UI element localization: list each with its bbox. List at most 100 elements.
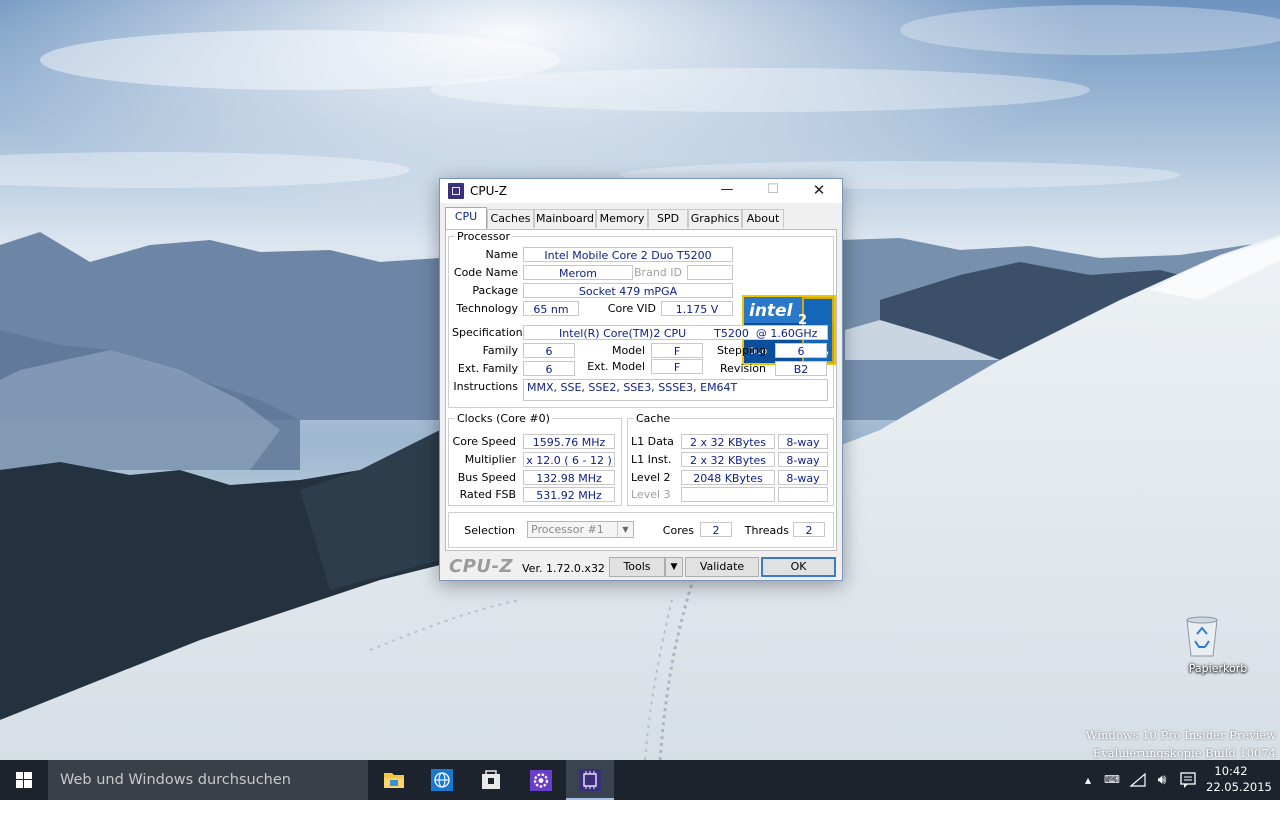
ext-model-label: Ext. Model xyxy=(587,360,645,373)
taskbar-browser[interactable] xyxy=(419,760,467,800)
threads-label: Threads xyxy=(744,524,789,537)
tab-graphics[interactable]: Graphics xyxy=(688,209,742,228)
ext-model-value: F xyxy=(651,359,703,374)
input-language-icon[interactable]: ⌨ xyxy=(1100,760,1124,800)
ext-family-value: 6 xyxy=(523,361,575,376)
logo-intel-text: intel xyxy=(749,301,793,321)
l1-data-value: 2 x 32 KBytes xyxy=(681,434,775,449)
recycle-bin-shortcut[interactable]: Papierkorb xyxy=(1182,614,1254,675)
chevron-down-icon[interactable]: ▼ xyxy=(617,522,633,537)
package-label: Package xyxy=(472,284,518,297)
clock-time: 10:42 xyxy=(1214,764,1248,778)
level2-value: 2048 KBytes xyxy=(681,470,775,485)
windows-logo-icon xyxy=(16,772,32,788)
cpuz-window: CPU-Z — ☐ ✕ CPU Caches Mainboard Memory … xyxy=(439,178,843,581)
instructions-value: MMX, SSE, SSE2, SSE3, SSSE3, EM64T xyxy=(523,379,828,401)
l1-inst-way: 8-way xyxy=(778,452,828,467)
tools-dropdown-arrow[interactable]: ▼ xyxy=(665,557,683,577)
core-speed-value: 1595.76 MHz xyxy=(523,434,615,449)
specification-label: Specification xyxy=(452,326,523,339)
core-vid-value: 1.175 V xyxy=(661,301,733,316)
core-speed-label: Core Speed xyxy=(452,435,516,448)
cpuz-brand-logo: CPU-Z xyxy=(449,556,514,577)
processor-legend: Processor xyxy=(457,230,510,243)
cache-legend: Cache xyxy=(636,412,671,425)
tab-caches[interactable]: Caches xyxy=(487,209,534,228)
instructions-label: Instructions xyxy=(453,380,518,393)
ok-button[interactable]: OK xyxy=(761,557,836,577)
model-value: F xyxy=(651,343,703,358)
selection-label: Selection xyxy=(464,524,515,537)
minimize-button[interactable]: — xyxy=(704,179,750,203)
store-bag-icon xyxy=(482,770,500,789)
rated-fsb-value: 531.92 MHz xyxy=(523,487,615,502)
close-button[interactable]: ✕ xyxy=(796,179,842,203)
title-bar[interactable]: CPU-Z — ☐ ✕ xyxy=(440,179,842,203)
model-label: Model xyxy=(611,344,645,357)
start-button[interactable] xyxy=(0,760,48,800)
wifi-icon[interactable] xyxy=(1126,760,1150,800)
l1-inst-label: L1 Inst. xyxy=(631,453,672,466)
cpu-chip-icon xyxy=(579,769,601,791)
l1-data-way: 8-way xyxy=(778,434,828,449)
recycle-bin-icon xyxy=(1186,614,1238,658)
taskbar-search-box[interactable]: Web und Windows durchsuchen xyxy=(48,760,368,800)
stepping-label: Stepping xyxy=(716,344,766,357)
watermark-edition: Windows 10 Pro Insider Preview xyxy=(1085,728,1276,742)
windows-build-watermark: Windows 10 Pro Insider Preview Evaluieru… xyxy=(1086,726,1276,760)
tools-button[interactable]: Tools xyxy=(609,557,665,577)
volume-icon[interactable]: 🔊︎ xyxy=(1150,760,1174,800)
technology-label: Technology xyxy=(456,302,518,315)
clocks-legend: Clocks (Core #0) xyxy=(457,412,550,425)
revision-value: B2 xyxy=(775,361,827,376)
action-center-icon[interactable] xyxy=(1176,760,1200,800)
code-name-label: Code Name xyxy=(453,266,518,279)
show-hidden-icons-button[interactable]: ▴ xyxy=(1080,760,1096,800)
ext-family-label: Ext. Family xyxy=(457,362,518,375)
cores-value: 2 xyxy=(700,522,732,537)
taskbar-settings[interactable] xyxy=(517,760,565,800)
taskbar-store[interactable] xyxy=(467,760,515,800)
revision-label: Revision xyxy=(720,362,766,375)
l1-inst-value: 2 x 32 KBytes xyxy=(681,452,775,467)
maximize-button[interactable]: ☐ xyxy=(750,179,796,203)
multiplier-value: x 12.0 ( 6 - 12 ) xyxy=(523,452,615,467)
taskbar-file-explorer[interactable] xyxy=(370,760,418,800)
taskbar: Web und Windows durchsuchen ▴ ⌨ 🔊︎ 10:42… xyxy=(0,760,1280,800)
level2-label: Level 2 xyxy=(631,471,671,484)
family-value: 6 xyxy=(523,343,575,358)
core-vid-label: Core VID xyxy=(607,302,656,315)
package-value: Socket 479 mPGA xyxy=(523,283,733,298)
name-value: Intel Mobile Core 2 Duo T5200 xyxy=(523,247,733,262)
watermark-build: Evaluierungskopie Build 10074 xyxy=(1092,746,1276,760)
code-name-value: Merom xyxy=(523,265,633,280)
window-title: CPU-Z xyxy=(470,184,507,198)
recycle-bin-label: Papierkorb xyxy=(1188,662,1248,675)
cpuz-app-icon xyxy=(448,183,464,199)
brand-id-value xyxy=(687,265,733,280)
taskbar-cpuz[interactable] xyxy=(566,760,614,800)
cores-label: Cores xyxy=(662,524,694,537)
cpu-tab-page: Processor Name Intel Mobile Core 2 Duo T… xyxy=(445,229,837,551)
brand-id-label: Brand ID xyxy=(634,266,682,279)
tab-mainboard[interactable]: Mainboard xyxy=(534,209,596,228)
taskbar-clock[interactable]: 10:42 22.05.2015 xyxy=(1206,763,1272,795)
specification-value: Intel(R) Core(TM)2 CPU T5200 @ 1.60GHz xyxy=(523,325,828,340)
name-label: Name xyxy=(485,248,518,261)
level3-value xyxy=(681,487,775,502)
version-label: Ver. 1.72.0.x32 xyxy=(522,562,605,575)
stepping-value: 6 xyxy=(775,343,827,358)
tab-memory[interactable]: Memory xyxy=(596,209,648,228)
technology-value: 65 nm xyxy=(523,301,579,316)
globe-icon xyxy=(431,769,453,791)
tab-spd[interactable]: SPD xyxy=(648,209,688,228)
processor-select[interactable]: Processor #1 ▼ xyxy=(527,521,634,538)
tab-about[interactable]: About xyxy=(742,209,784,228)
multiplier-label: Multiplier xyxy=(464,453,516,466)
validate-button[interactable]: Validate xyxy=(685,557,759,577)
clock-date: 22.05.2015 xyxy=(1206,780,1272,794)
level3-way xyxy=(778,487,828,502)
tab-cpu[interactable]: CPU xyxy=(445,207,487,229)
bus-speed-value: 132.98 MHz xyxy=(523,470,615,485)
l1-data-label: L1 Data xyxy=(631,435,674,448)
